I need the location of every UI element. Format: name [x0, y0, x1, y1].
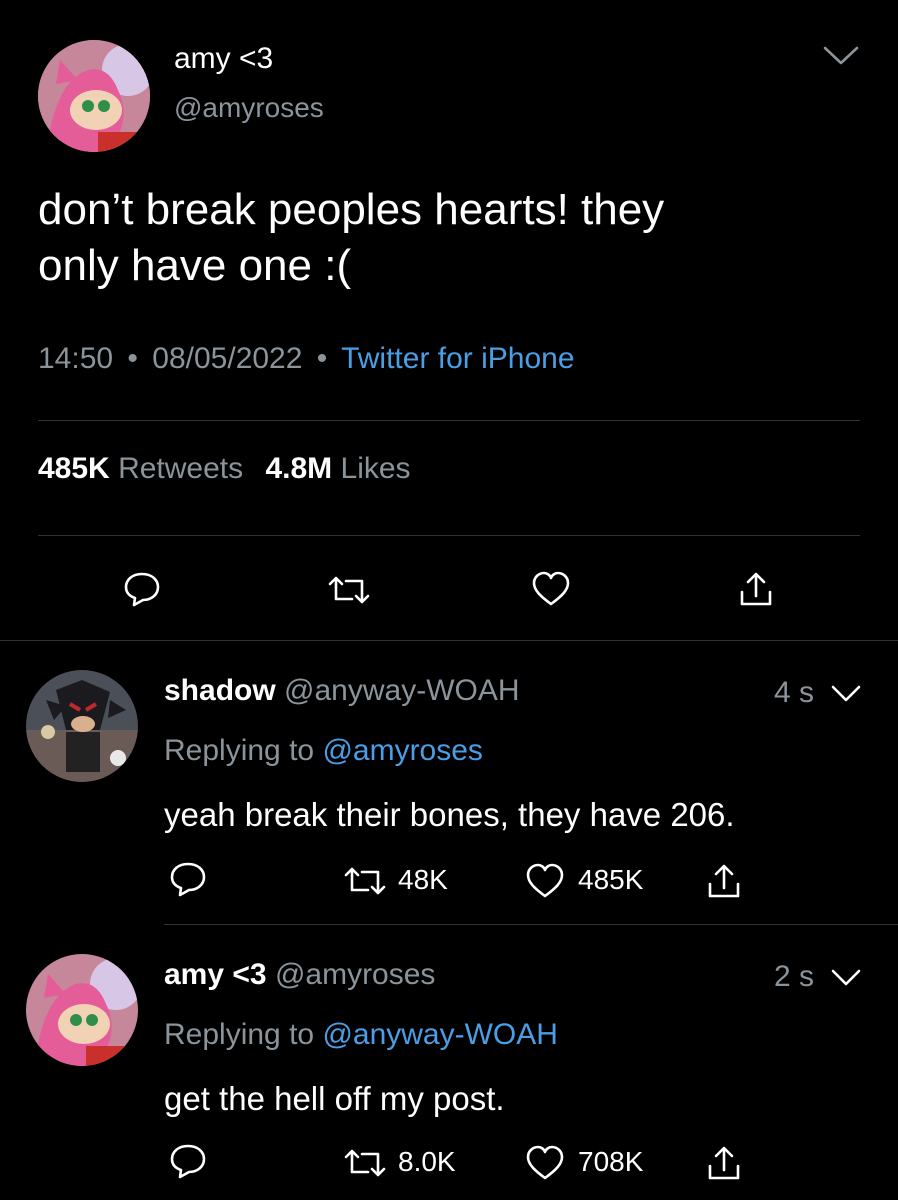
likes-stat[interactable]: 4.8M Likes — [265, 452, 410, 485]
likes-count: 4.8M — [265, 452, 333, 485]
handle[interactable]: @amyroses — [174, 92, 324, 124]
replying-prefix: Replying to — [164, 734, 315, 767]
retweets-count: 485K — [38, 452, 110, 485]
reply-text: get the hell off my post. — [164, 1080, 505, 1117]
divider — [0, 640, 898, 641]
retweets-label: Retweets — [118, 452, 244, 485]
tweet-text: don’t break peoples hearts! they only ha… — [38, 182, 664, 294]
meta-separator: • — [127, 342, 138, 375]
handle[interactable]: @amyroses — [275, 958, 436, 991]
retweet-icon[interactable] — [342, 864, 388, 898]
avatar[interactable] — [26, 670, 138, 782]
reply-age: 2 s — [774, 960, 815, 993]
retweet-count: 48K — [398, 864, 448, 895]
display-name[interactable]: amy <3 — [174, 42, 273, 76]
tweet-time: 14:50 — [38, 342, 114, 375]
share-icon[interactable] — [706, 1144, 742, 1182]
reply-icon[interactable] — [122, 570, 162, 608]
share-icon[interactable] — [706, 862, 742, 900]
tweet-text-line: don’t break peoples hearts! they — [38, 185, 665, 234]
replying-prefix: Replying to — [164, 1018, 315, 1051]
replying-handle[interactable]: @anyway-WOAH — [322, 1018, 558, 1051]
reply-icon[interactable] — [168, 860, 208, 898]
tweet-stats: 485K Retweets 4.8M Likes — [38, 452, 411, 486]
tweet-meta: 14:50 • 08/05/2022 • Twitter for iPhone — [38, 342, 575, 376]
chevron-down-icon[interactable] — [830, 684, 862, 704]
reply-icon[interactable] — [168, 1142, 208, 1180]
divider — [38, 420, 860, 421]
tweet-text-line: only have one :( — [38, 241, 352, 290]
tweet-date: 08/05/2022 — [152, 342, 303, 375]
handle[interactable]: @anyway-WOAH — [284, 674, 520, 707]
likes-label: Likes — [340, 452, 411, 485]
replying-to: Replying to @anyway-WOAH — [164, 1018, 558, 1052]
tweet-source[interactable]: Twitter for iPhone — [341, 342, 574, 375]
like-icon[interactable] — [524, 862, 566, 900]
avatar[interactable] — [26, 954, 138, 1066]
like-icon[interactable] — [530, 570, 572, 608]
meta-separator: • — [316, 342, 328, 375]
retweet-count: 8.0K — [398, 1146, 456, 1177]
display-name[interactable]: shadow — [164, 674, 276, 707]
chevron-down-icon[interactable] — [822, 44, 860, 68]
retweet-icon[interactable] — [326, 573, 372, 607]
like-count: 485K — [578, 864, 644, 895]
replying-handle[interactable]: @amyroses — [322, 734, 483, 767]
divider — [164, 924, 898, 925]
chevron-down-icon[interactable] — [830, 968, 862, 988]
reply-header: shadow @anyway-WOAH — [164, 674, 520, 708]
like-count: 708K — [578, 1146, 644, 1177]
reply-age: 4 s — [774, 676, 815, 709]
divider — [38, 535, 860, 536]
like-icon[interactable] — [524, 1144, 566, 1182]
replying-to: Replying to @amyroses — [164, 734, 483, 768]
display-name[interactable]: amy <3 — [164, 958, 267, 991]
share-icon[interactable] — [738, 570, 774, 608]
retweet-icon[interactable] — [342, 1146, 388, 1180]
reply-text: yeah break their bones, they have 206. — [164, 796, 735, 833]
reply-header: amy <3 @amyroses — [164, 958, 435, 992]
avatar[interactable] — [38, 40, 150, 152]
retweets-stat[interactable]: 485K Retweets — [38, 452, 251, 485]
